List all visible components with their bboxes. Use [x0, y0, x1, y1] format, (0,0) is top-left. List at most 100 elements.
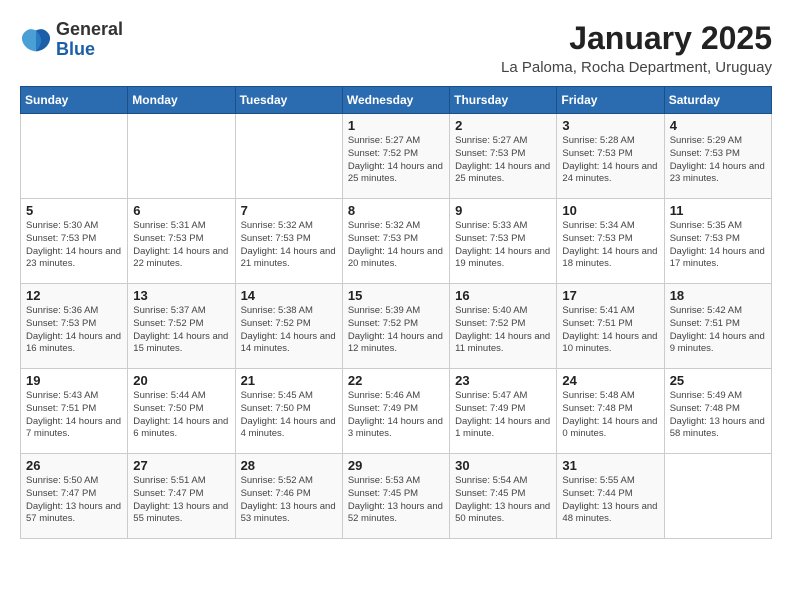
day-info: Sunrise: 5:49 AM Sunset: 7:48 PM Dayligh… — [670, 390, 766, 441]
day-number: 9 — [455, 203, 551, 218]
calendar-cell: 10 Sunrise: 5:34 AM Sunset: 7:53 PM Dayli… — [557, 199, 664, 284]
calendar-cell: 22 Sunrise: 5:46 AM Sunset: 7:49 PM Dayli… — [342, 369, 449, 454]
calendar-cell: 15 Sunrise: 5:39 AM Sunset: 7:52 PM Dayli… — [342, 284, 449, 369]
day-info: Sunrise: 5:46 AM Sunset: 7:49 PM Dayligh… — [348, 390, 444, 441]
day-number: 1 — [348, 118, 444, 133]
day-number: 31 — [562, 458, 658, 473]
day-info: Sunrise: 5:35 AM Sunset: 7:53 PM Dayligh… — [670, 220, 766, 271]
title-area: January 2025 La Paloma, Rocha Department… — [501, 20, 772, 76]
logo-text: General Blue — [56, 20, 123, 60]
header-friday: Friday — [557, 87, 664, 114]
calendar-cell — [664, 454, 771, 539]
calendar-cell: 26 Sunrise: 5:50 AM Sunset: 7:47 PM Dayli… — [21, 454, 128, 539]
calendar-cell: 4 Sunrise: 5:29 AM Sunset: 7:53 PM Daylig… — [664, 114, 771, 199]
day-info: Sunrise: 5:28 AM Sunset: 7:53 PM Dayligh… — [562, 135, 658, 186]
calendar-cell: 6Sunrise: 5:31 AM Sunset: 7:53 PM Daylig… — [128, 199, 235, 284]
day-number: 17 — [562, 288, 658, 303]
day-info: Sunrise: 5:29 AM Sunset: 7:53 PM Dayligh… — [670, 135, 766, 186]
day-number: 12 — [26, 288, 122, 303]
calendar-cell: 1Sunrise: 5:27 AM Sunset: 7:52 PM Daylig… — [342, 114, 449, 199]
day-info: Sunrise: 5:42 AM Sunset: 7:51 PM Dayligh… — [670, 305, 766, 356]
day-number: 6 — [133, 203, 229, 218]
calendar-cell: 19 Sunrise: 5:43 AM Sunset: 7:51 PM Dayli… — [21, 369, 128, 454]
day-info: Sunrise: 5:44 AM Sunset: 7:50 PM Dayligh… — [133, 390, 229, 441]
header-row: Sunday Monday Tuesday Wednesday Thursday… — [21, 87, 772, 114]
day-number: 8 — [348, 203, 444, 218]
day-info: Sunrise: 5:45 AM Sunset: 7:50 PM Dayligh… — [241, 390, 337, 441]
calendar-subtitle: La Paloma, Rocha Department, Uruguay — [501, 59, 772, 76]
calendar-header: Sunday Monday Tuesday Wednesday Thursday… — [21, 87, 772, 114]
logo: General Blue — [20, 20, 123, 60]
calendar-cell: 27Sunrise: 5:51 AM Sunset: 7:47 PM Dayli… — [128, 454, 235, 539]
day-info: Sunrise: 5:39 AM Sunset: 7:52 PM Dayligh… — [348, 305, 444, 356]
day-info: Sunrise: 5:50 AM Sunset: 7:47 PM Dayligh… — [26, 475, 122, 526]
calendar-cell: 5 Sunrise: 5:30 AM Sunset: 7:53 PM Daylig… — [21, 199, 128, 284]
calendar-cell: 20 Sunrise: 5:44 AM Sunset: 7:50 PM Dayli… — [128, 369, 235, 454]
calendar-cell: 21 Sunrise: 5:45 AM Sunset: 7:50 PM Dayli… — [235, 369, 342, 454]
calendar-cell: 13 Sunrise: 5:37 AM Sunset: 7:52 PM Dayli… — [128, 284, 235, 369]
header-saturday: Saturday — [664, 87, 771, 114]
day-info: Sunrise: 5:34 AM Sunset: 7:53 PM Dayligh… — [562, 220, 658, 271]
day-number: 28 — [241, 458, 337, 473]
header-sunday: Sunday — [21, 87, 128, 114]
calendar-cell: 3 Sunrise: 5:28 AM Sunset: 7:53 PM Daylig… — [557, 114, 664, 199]
calendar-week-5: 26 Sunrise: 5:50 AM Sunset: 7:47 PM Dayli… — [21, 454, 772, 539]
day-number: 2 — [455, 118, 551, 133]
logo-blue-text: Blue — [56, 40, 123, 60]
calendar-cell: 14 Sunrise: 5:38 AM Sunset: 7:52 PM Dayli… — [235, 284, 342, 369]
day-number: 19 — [26, 373, 122, 388]
calendar-cell: 9 Sunrise: 5:33 AM Sunset: 7:53 PM Daylig… — [450, 199, 557, 284]
calendar-cell: 17Sunrise: 5:41 AM Sunset: 7:51 PM Dayli… — [557, 284, 664, 369]
calendar-body: 1Sunrise: 5:27 AM Sunset: 7:52 PM Daylig… — [21, 114, 772, 539]
day-number: 5 — [26, 203, 122, 218]
day-number: 21 — [241, 373, 337, 388]
day-number: 14 — [241, 288, 337, 303]
header-monday: Monday — [128, 87, 235, 114]
calendar-cell: 29Sunrise: 5:53 AM Sunset: 7:45 PM Dayli… — [342, 454, 449, 539]
calendar-cell: 7Sunrise: 5:32 AM Sunset: 7:53 PM Daylig… — [235, 199, 342, 284]
calendar-cell: 18 Sunrise: 5:42 AM Sunset: 7:51 PM Dayli… — [664, 284, 771, 369]
calendar-cell: 30 Sunrise: 5:54 AM Sunset: 7:45 PM Dayli… — [450, 454, 557, 539]
calendar-cell: 12Sunrise: 5:36 AM Sunset: 7:53 PM Dayli… — [21, 284, 128, 369]
day-number: 27 — [133, 458, 229, 473]
calendar-cell — [128, 114, 235, 199]
day-number: 3 — [562, 118, 658, 133]
day-number: 25 — [670, 373, 766, 388]
day-info: Sunrise: 5:37 AM Sunset: 7:52 PM Dayligh… — [133, 305, 229, 356]
calendar-table: Sunday Monday Tuesday Wednesday Thursday… — [20, 86, 772, 539]
day-info: Sunrise: 5:27 AM Sunset: 7:53 PM Dayligh… — [455, 135, 551, 186]
calendar-week-4: 19 Sunrise: 5:43 AM Sunset: 7:51 PM Dayli… — [21, 369, 772, 454]
calendar-cell: 2 Sunrise: 5:27 AM Sunset: 7:53 PM Daylig… — [450, 114, 557, 199]
day-number: 26 — [26, 458, 122, 473]
day-info: Sunrise: 5:48 AM Sunset: 7:48 PM Dayligh… — [562, 390, 658, 441]
day-info: Sunrise: 5:33 AM Sunset: 7:53 PM Dayligh… — [455, 220, 551, 271]
day-number: 20 — [133, 373, 229, 388]
calendar-week-3: 12Sunrise: 5:36 AM Sunset: 7:53 PM Dayli… — [21, 284, 772, 369]
day-info: Sunrise: 5:54 AM Sunset: 7:45 PM Dayligh… — [455, 475, 551, 526]
day-info: Sunrise: 5:43 AM Sunset: 7:51 PM Dayligh… — [26, 390, 122, 441]
day-number: 15 — [348, 288, 444, 303]
day-number: 22 — [348, 373, 444, 388]
day-number: 18 — [670, 288, 766, 303]
day-number: 23 — [455, 373, 551, 388]
header-tuesday: Tuesday — [235, 87, 342, 114]
calendar-cell: 28 Sunrise: 5:52 AM Sunset: 7:46 PM Dayli… — [235, 454, 342, 539]
day-info: Sunrise: 5:38 AM Sunset: 7:52 PM Dayligh… — [241, 305, 337, 356]
day-number: 16 — [455, 288, 551, 303]
day-number: 13 — [133, 288, 229, 303]
day-number: 10 — [562, 203, 658, 218]
calendar-cell: 11Sunrise: 5:35 AM Sunset: 7:53 PM Dayli… — [664, 199, 771, 284]
logo-icon — [20, 24, 52, 56]
day-number: 4 — [670, 118, 766, 133]
calendar-cell: 24Sunrise: 5:48 AM Sunset: 7:48 PM Dayli… — [557, 369, 664, 454]
calendar-cell: 16Sunrise: 5:40 AM Sunset: 7:52 PM Dayli… — [450, 284, 557, 369]
page-header: General Blue January 2025 La Paloma, Roc… — [20, 20, 772, 76]
day-info: Sunrise: 5:30 AM Sunset: 7:53 PM Dayligh… — [26, 220, 122, 271]
day-number: 30 — [455, 458, 551, 473]
calendar-week-2: 5 Sunrise: 5:30 AM Sunset: 7:53 PM Daylig… — [21, 199, 772, 284]
calendar-title: January 2025 — [501, 20, 772, 57]
day-info: Sunrise: 5:52 AM Sunset: 7:46 PM Dayligh… — [241, 475, 337, 526]
calendar-cell: 23Sunrise: 5:47 AM Sunset: 7:49 PM Dayli… — [450, 369, 557, 454]
day-info: Sunrise: 5:53 AM Sunset: 7:45 PM Dayligh… — [348, 475, 444, 526]
calendar-cell: 25 Sunrise: 5:49 AM Sunset: 7:48 PM Dayli… — [664, 369, 771, 454]
